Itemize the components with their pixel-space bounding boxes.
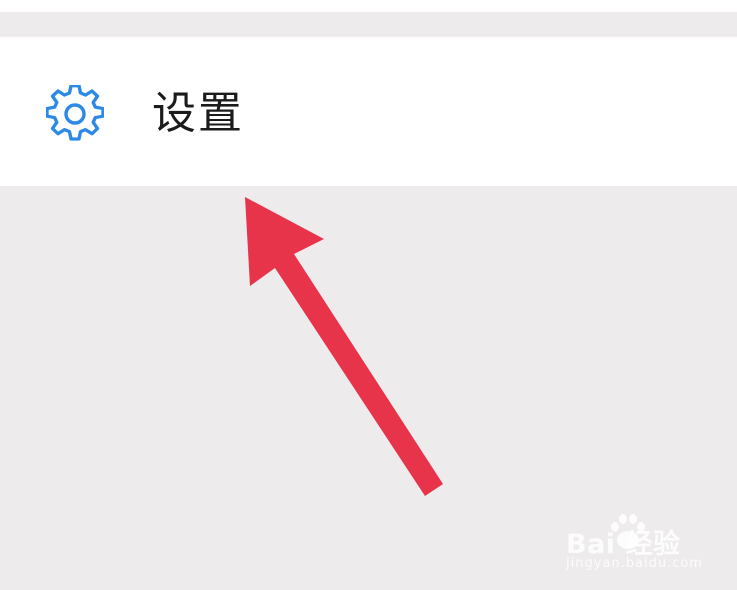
baidu-jingyan-watermark: Bai 经验 jingyan.baidu.com — [562, 510, 732, 580]
watermark-url: jingyan.baidu.com — [566, 556, 703, 571]
settings-label: 设置 — [152, 88, 244, 139]
top-strip — [0, 0, 737, 12]
gear-icon — [45, 84, 105, 143]
settings-menu-item[interactable]: 设置 — [0, 37, 737, 186]
